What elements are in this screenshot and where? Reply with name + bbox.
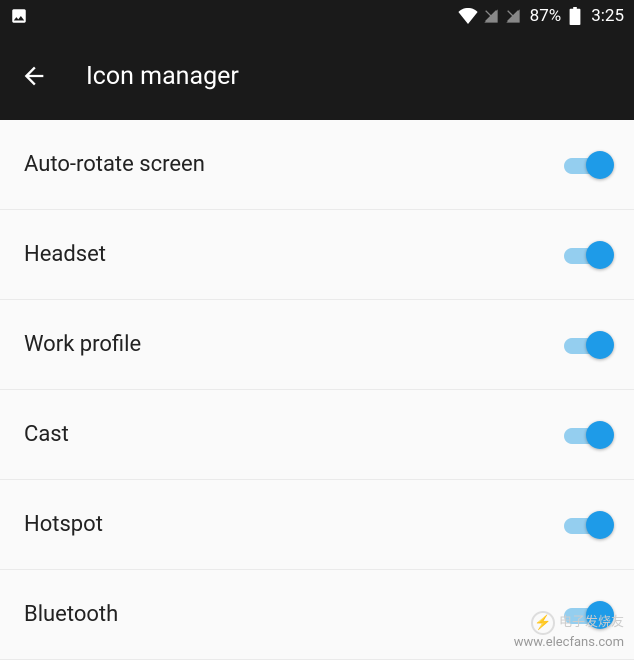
signal-icon-2 — [505, 8, 521, 24]
toggle-switch[interactable] — [564, 421, 610, 449]
watermark-logo: ⚡ 电子发烧友 — [531, 611, 624, 635]
watermark-text-1: 电子发烧友 — [559, 615, 624, 632]
toggle-switch[interactable] — [564, 331, 610, 359]
switch-thumb — [586, 151, 614, 179]
app-bar: Icon manager — [0, 32, 634, 120]
signal-icon-1 — [483, 8, 499, 24]
watermark-icon: ⚡ — [531, 611, 555, 635]
setting-label: Cast — [24, 422, 69, 447]
status-right: 87% 3:25 — [458, 6, 624, 26]
page-title: Icon manager — [86, 62, 239, 91]
setting-label: Work profile — [24, 332, 141, 357]
status-left — [10, 7, 28, 25]
setting-auto-rotate[interactable]: Auto-rotate screen — [0, 120, 634, 210]
setting-label: Auto-rotate screen — [24, 152, 205, 177]
status-time: 3:25 — [591, 6, 624, 26]
toggle-switch[interactable] — [564, 151, 610, 179]
setting-label: Headset — [24, 242, 106, 267]
toggle-switch[interactable] — [564, 511, 610, 539]
setting-label: Hotspot — [24, 512, 103, 537]
watermark: ⚡ 电子发烧友 www.elecfans.com — [514, 611, 624, 652]
watermark-text-2: www.elecfans.com — [514, 635, 624, 652]
battery-icon — [569, 7, 581, 25]
setting-headset[interactable]: Headset — [0, 210, 634, 300]
picture-icon — [10, 7, 28, 25]
setting-hotspot[interactable]: Hotspot — [0, 480, 634, 570]
wifi-icon — [458, 8, 478, 24]
setting-cast[interactable]: Cast — [0, 390, 634, 480]
settings-list: Auto-rotate screen Headset Work profile … — [0, 120, 634, 660]
toggle-switch[interactable] — [564, 241, 610, 269]
switch-thumb — [586, 421, 614, 449]
setting-label: Bluetooth — [24, 602, 118, 627]
switch-thumb — [586, 241, 614, 269]
battery-percentage: 87% — [530, 6, 562, 26]
status-bar: 87% 3:25 — [0, 0, 634, 32]
switch-thumb — [586, 511, 614, 539]
setting-work-profile[interactable]: Work profile — [0, 300, 634, 390]
back-button[interactable] — [20, 62, 48, 90]
switch-thumb — [586, 331, 614, 359]
